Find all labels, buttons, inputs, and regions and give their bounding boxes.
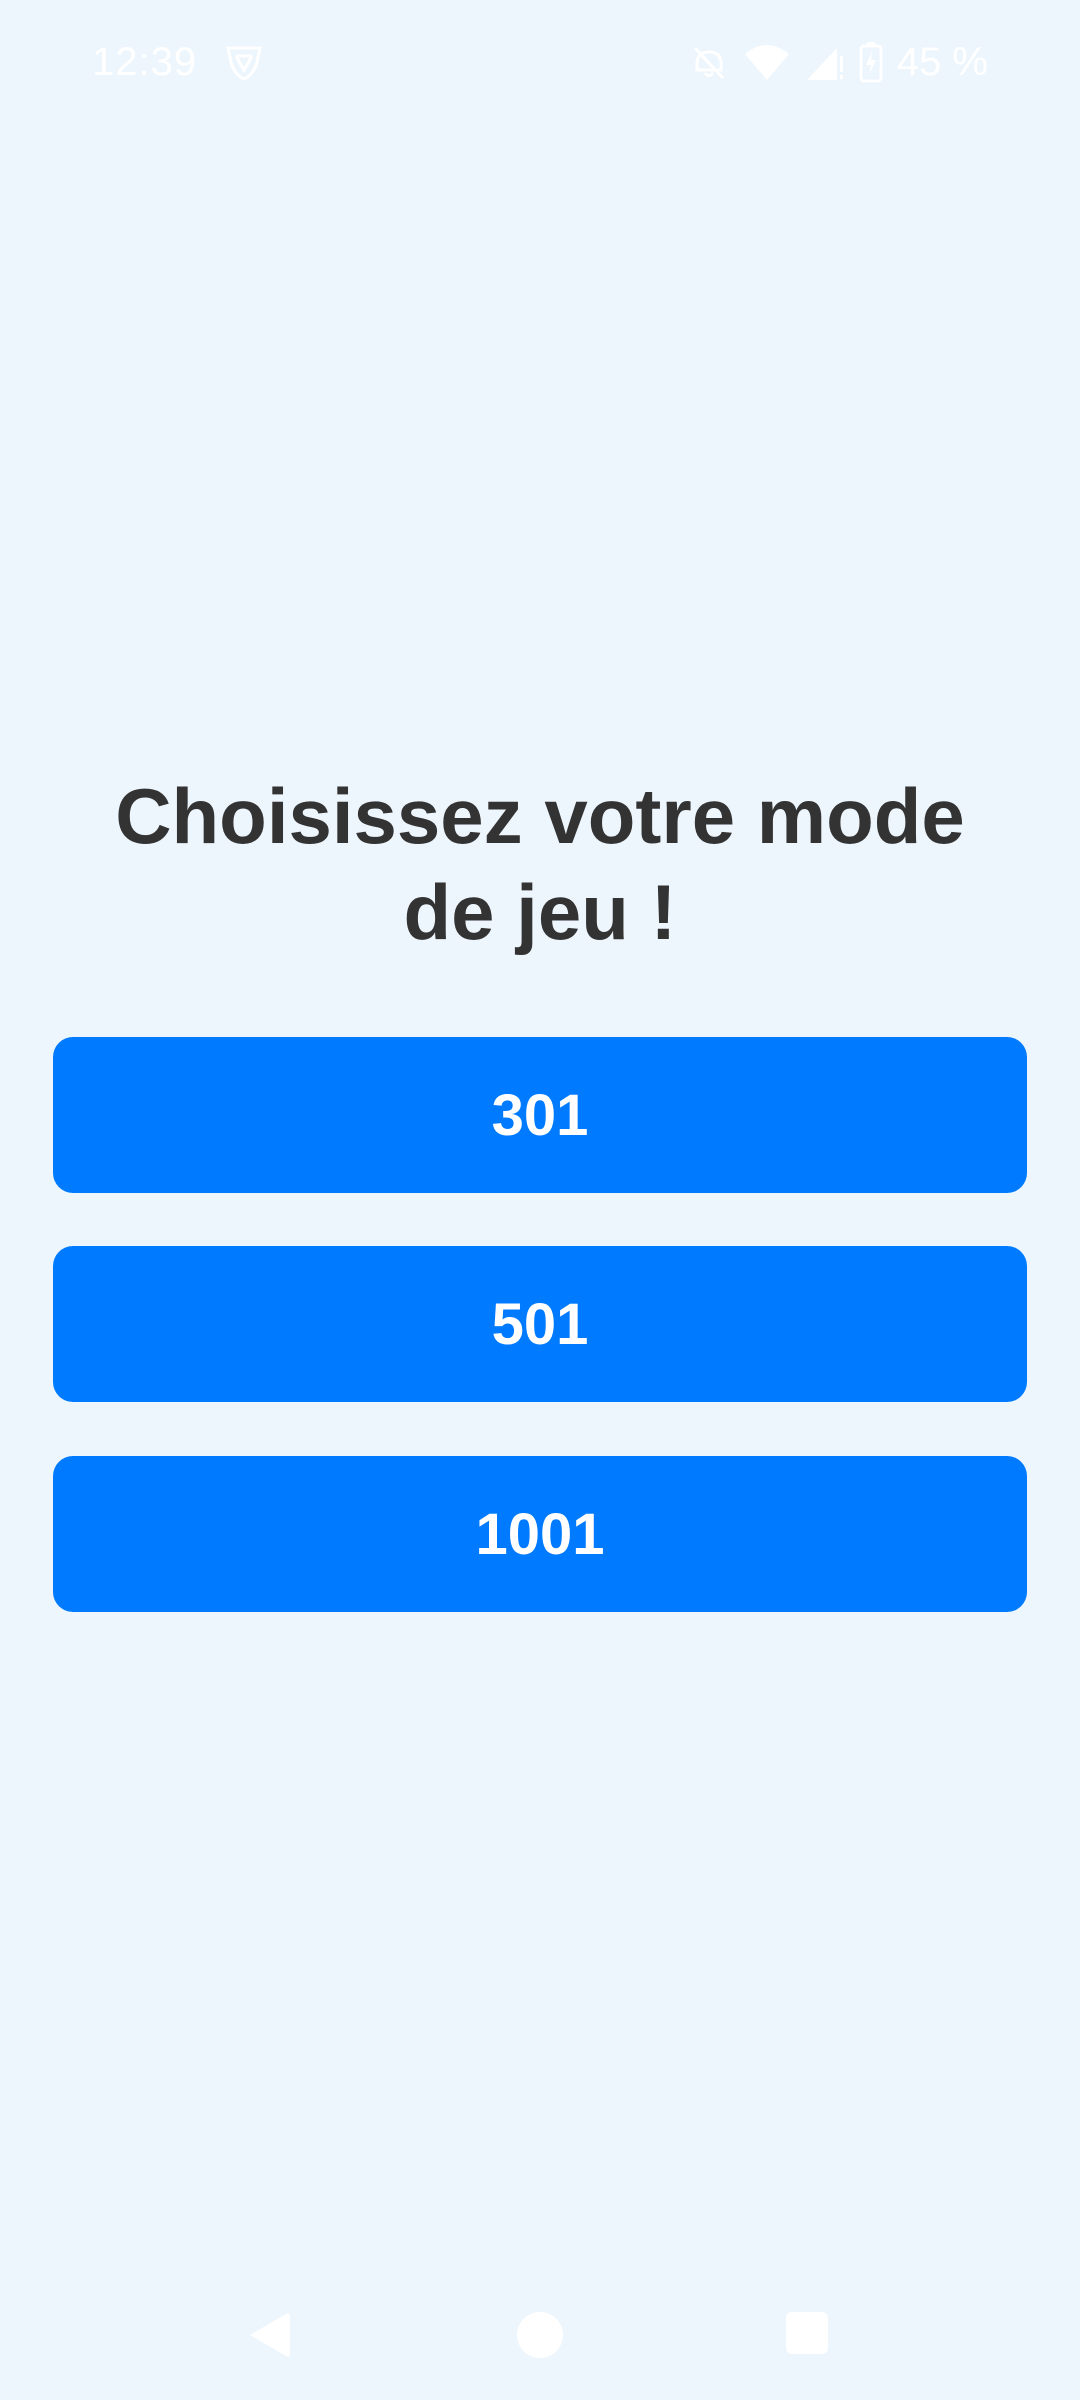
mode-1001-button[interactable]: 1001	[53, 1456, 1027, 1612]
recents-icon[interactable]	[786, 2312, 828, 2354]
mode-301-button[interactable]: 301	[53, 1037, 1027, 1193]
battery-charging-icon	[859, 41, 883, 83]
mute-icon	[689, 42, 729, 82]
navigation-bar	[0, 2290, 1080, 2380]
page-title: Choisissez votre mode de jeu !	[115, 772, 965, 956]
wifi-icon	[743, 42, 791, 82]
battery-percent: 45 %	[896, 40, 988, 84]
status-bar: 12:39 45 %	[0, 0, 1080, 124]
status-icons: 45 %	[689, 36, 988, 88]
signal-icon	[805, 42, 845, 82]
back-icon[interactable]	[246, 2310, 292, 2360]
shield-v-icon	[224, 42, 264, 82]
home-icon[interactable]	[517, 2312, 563, 2358]
app-screen: 12:39 45 % Choisissez votre mode de jeu …	[0, 0, 1080, 2400]
status-time: 12:39	[92, 40, 198, 84]
mode-501-button[interactable]: 501	[53, 1246, 1027, 1402]
